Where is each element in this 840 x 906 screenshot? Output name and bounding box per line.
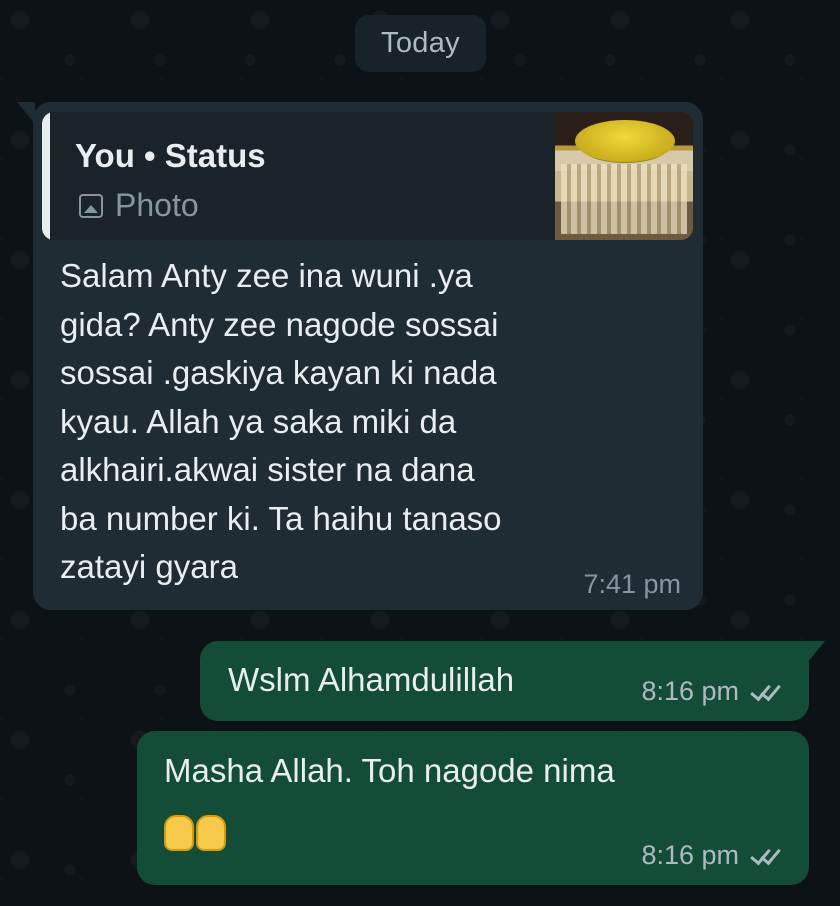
date-divider: Today	[355, 15, 486, 72]
message-meta: 8:16 pm	[641, 840, 783, 871]
outgoing-message-bubble[interactable]: Wslm Alhamdulillah 8:16 pm	[200, 641, 825, 721]
status-thumbnail-image[interactable]	[555, 112, 693, 240]
incoming-message-text: Salam Anty zee ina wuni .ya gida? Anty z…	[60, 257, 502, 585]
message-timestamp: 8:16 pm	[641, 676, 739, 706]
quote-author: You • Status	[75, 137, 266, 174]
message-meta: 8:16 pm	[641, 676, 783, 707]
quoted-status-reply[interactable]: You • Status Photo	[42, 112, 693, 240]
message-timestamp: 8:16 pm	[641, 840, 739, 870]
incoming-message-bubble[interactable]: You • Status Photo Salam Anty zee ina wu…	[17, 102, 703, 610]
outgoing-message-text: Wslm Alhamdulillah	[228, 661, 515, 698]
outgoing-message-bubble[interactable]: Masha Allah. Toh nagode nima 8:16 pm	[137, 731, 809, 885]
raising-hands-emoji	[164, 807, 228, 855]
double-check-icon	[749, 681, 783, 703]
quote-type-label: Photo	[115, 187, 199, 223]
quote-accent-bar	[42, 112, 50, 240]
message-timestamp: 7:41 pm	[583, 569, 681, 599]
outgoing-message-text: Masha Allah. Toh nagode nima	[164, 752, 615, 789]
photo-icon	[79, 193, 103, 218]
quote-type-row: Photo	[79, 187, 199, 224]
double-check-icon	[749, 845, 783, 867]
